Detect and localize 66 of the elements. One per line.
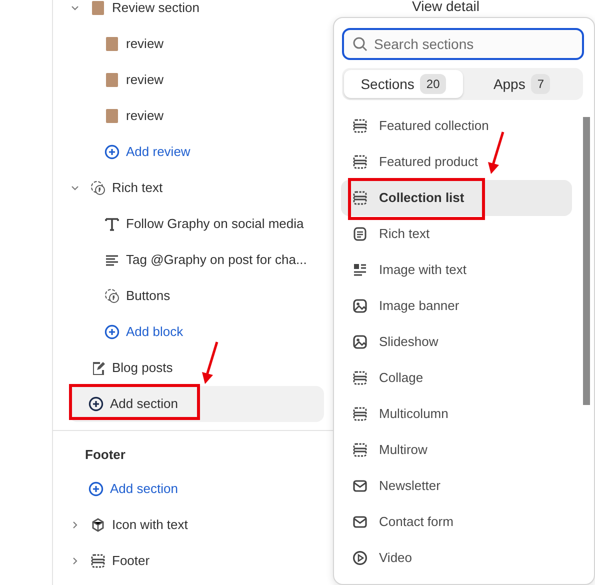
envelope-icon bbox=[352, 478, 368, 494]
tree-label[interactable]: review bbox=[126, 70, 164, 90]
add-link[interactable]: Add block bbox=[126, 322, 184, 342]
section-option[interactable]: Rich text bbox=[341, 216, 572, 252]
add-link[interactable]: Add review bbox=[126, 142, 190, 162]
text-icon bbox=[104, 216, 120, 232]
add-link[interactable]: Add section bbox=[110, 478, 178, 498]
detail-link[interactable]: View detail bbox=[412, 0, 480, 14]
section-option[interactable]: Contact form bbox=[341, 504, 572, 540]
badge-icon bbox=[104, 288, 120, 304]
tree-label[interactable]: Review section bbox=[112, 0, 200, 18]
section-option[interactable]: Featured collection bbox=[341, 108, 572, 144]
layout-icon bbox=[352, 370, 368, 386]
section-option[interactable]: Image with text bbox=[341, 252, 572, 288]
add-icon bbox=[88, 396, 104, 412]
layout-icon bbox=[90, 552, 106, 568]
layout-icon bbox=[352, 190, 368, 206]
photo-placeholder bbox=[104, 72, 120, 88]
image-icon bbox=[352, 298, 368, 314]
tree-label[interactable]: Icon with text bbox=[112, 514, 188, 534]
section-option[interactable]: Newsletter bbox=[341, 468, 572, 504]
tree-label[interactable]: Follow Graphy on social media bbox=[126, 214, 304, 234]
badge-icon bbox=[90, 180, 106, 196]
tree-label[interactable]: Tag @Graphy on post for cha... bbox=[126, 250, 307, 270]
image-icon bbox=[352, 334, 368, 350]
section-option[interactable]: Multicolumn bbox=[341, 396, 572, 432]
tree-label[interactable]: Add section bbox=[110, 394, 178, 414]
section-option[interactable]: Slideshow bbox=[341, 324, 572, 360]
section-option[interactable]: Video bbox=[341, 540, 572, 576]
cube-icon bbox=[90, 516, 106, 532]
search-input[interactable]: Search sections bbox=[374, 30, 574, 58]
tree-label[interactable]: review bbox=[126, 106, 164, 126]
section-option[interactable]: Featured product bbox=[341, 144, 572, 180]
layout-icon bbox=[352, 154, 368, 170]
add-icon bbox=[104, 144, 120, 160]
document-icon bbox=[352, 226, 368, 242]
section-option[interactable]: Collage bbox=[341, 360, 572, 396]
layout-icon bbox=[352, 442, 368, 458]
section-heading: Footer bbox=[84, 446, 126, 464]
tree-label[interactable]: review bbox=[126, 34, 164, 54]
tab[interactable]: Sections 20 bbox=[344, 70, 462, 98]
search-icon bbox=[352, 36, 368, 52]
layout-icon bbox=[352, 118, 368, 134]
tree-label[interactable]: Rich text bbox=[112, 178, 163, 198]
tree-label[interactable]: Buttons bbox=[126, 286, 170, 306]
section-option[interactable]: Image banner bbox=[341, 288, 572, 324]
search-field[interactable]: Search sections bbox=[342, 28, 584, 60]
add-icon bbox=[104, 324, 120, 340]
edit-icon bbox=[90, 360, 106, 376]
tree-label[interactable]: Footer bbox=[112, 550, 150, 570]
play-icon bbox=[352, 550, 368, 566]
photo-placeholder bbox=[90, 0, 106, 16]
layout-icon bbox=[352, 406, 368, 422]
photo-placeholder bbox=[104, 36, 120, 52]
annotation-arrow bbox=[202, 342, 218, 384]
annotation-arrow bbox=[488, 132, 504, 174]
add-icon bbox=[88, 480, 104, 496]
envelope-icon bbox=[352, 514, 368, 530]
scrollbar-thumb[interactable] bbox=[583, 117, 590, 405]
tree-label[interactable]: Blog posts bbox=[112, 358, 173, 378]
section-option[interactable]: Multirow bbox=[341, 432, 572, 468]
count-badge: 7 bbox=[531, 74, 550, 94]
photo-placeholder bbox=[104, 108, 120, 124]
tab[interactable]: Apps 7 bbox=[462, 70, 581, 98]
image-text-icon bbox=[352, 262, 368, 278]
count-badge: 20 bbox=[420, 74, 446, 94]
